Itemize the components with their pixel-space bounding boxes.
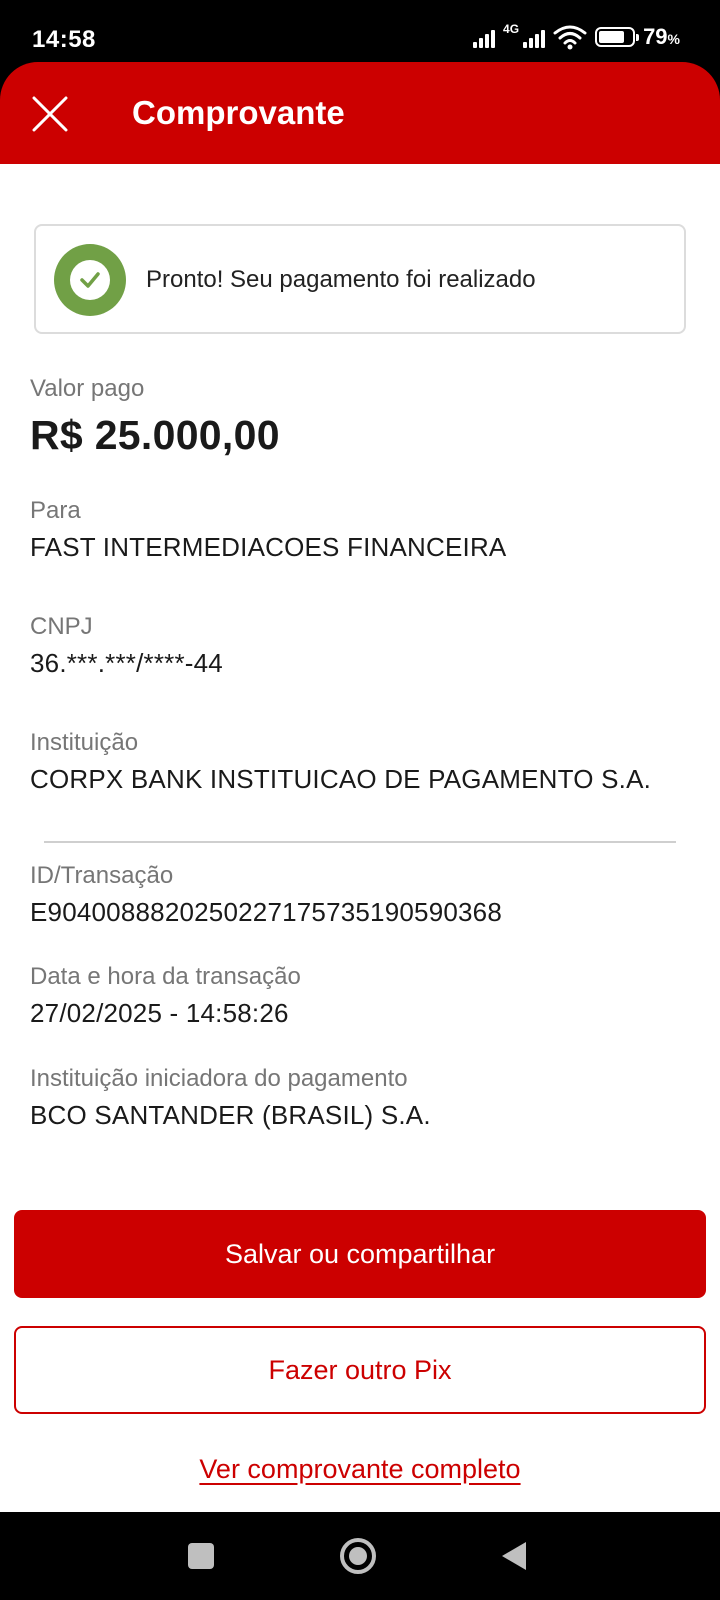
initiator-value: BCO SANTANDER (BRASIL) S.A. <box>30 1100 431 1130</box>
close-icon <box>32 96 68 132</box>
status-time: 14:58 <box>32 26 96 53</box>
transaction-id-label: ID/Transação <box>30 862 174 889</box>
initiator-field: Instituição iniciadora do pagamento BCO … <box>30 1064 431 1132</box>
network-type-label: 4G <box>503 22 520 36</box>
recents-icon[interactable] <box>188 1543 214 1569</box>
transaction-id-value: E9040088820250227175735190590368 <box>30 897 503 927</box>
cnpj-label: CNPJ <box>30 613 93 640</box>
signal-icon <box>473 26 496 48</box>
success-message: Pronto! Seu pagamento foi realizado <box>146 266 536 293</box>
page-title: Comprovante <box>132 94 345 131</box>
wifi-icon <box>553 25 587 50</box>
amount-label: Valor pago <box>30 375 145 402</box>
amount-value: R$ 25.000,00 <box>30 412 280 458</box>
divider <box>44 841 676 843</box>
another-pix-button[interactable]: Fazer outro Pix <box>14 1326 706 1414</box>
recipient-field: Para FAST INTERMEDIACOES FINANCEIRA <box>30 496 506 564</box>
signal-4g-icon <box>523 26 546 48</box>
institution-value: CORPX BANK INSTITUICAO DE PAGAMENTO S.A. <box>30 764 652 794</box>
battery-icon <box>595 27 640 47</box>
close-button[interactable] <box>28 92 72 136</box>
cnpj-value: 36.***.***/****-44 <box>30 648 223 678</box>
save-share-button[interactable]: Salvar ou compartilhar <box>14 1210 706 1298</box>
check-circle-icon <box>54 244 126 316</box>
battery-percent: 79% <box>643 24 680 49</box>
institution-label: Instituição <box>30 729 139 756</box>
back-icon[interactable] <box>502 1542 526 1570</box>
institution-field: Instituição CORPX BANK INSTITUICAO DE PA… <box>30 728 651 796</box>
datetime-value: 27/02/2025 - 14:58:26 <box>30 998 289 1028</box>
recipient-value: FAST INTERMEDIACOES FINANCEIRA <box>30 532 507 562</box>
home-icon[interactable] <box>340 1538 376 1574</box>
view-full-receipt-link[interactable]: Ver comprovante completo <box>0 1454 720 1485</box>
cnpj-field: CNPJ 36.***.***/****-44 <box>30 612 223 680</box>
status-icons: 4G 79% <box>473 22 680 50</box>
system-nav-bar <box>0 1512 720 1600</box>
initiator-label: Instituição iniciadora do pagamento <box>30 1065 408 1092</box>
recipient-label: Para <box>30 497 81 524</box>
transaction-id-field: ID/Transação E90400888202502271757351905… <box>30 861 502 929</box>
receipt-content: Pronto! Seu pagamento foi realizado Valo… <box>0 164 720 1512</box>
app-header: Comprovante <box>0 62 720 164</box>
success-banner: Pronto! Seu pagamento foi realizado <box>34 224 686 334</box>
datetime-field: Data e hora da transação 27/02/2025 - 14… <box>30 962 301 1030</box>
datetime-label: Data e hora da transação <box>30 963 301 990</box>
amount-field: Valor pago R$ 25.000,00 <box>30 374 280 459</box>
